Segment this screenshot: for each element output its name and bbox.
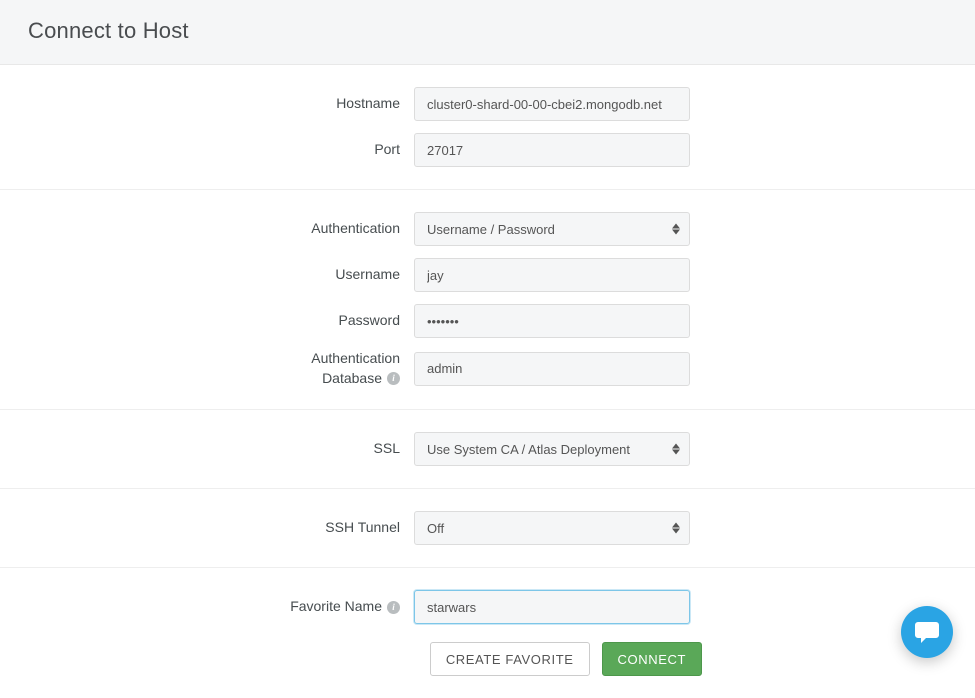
label-username: Username — [0, 266, 414, 284]
row-authentication: Authentication Username / Password — [0, 212, 975, 246]
row-ssl: SSL Use System CA / Atlas Deployment — [0, 432, 975, 466]
page-title: Connect to Host — [28, 18, 947, 44]
section-ssl: SSL Use System CA / Atlas Deployment — [0, 410, 975, 489]
info-icon: i — [387, 601, 400, 614]
info-icon: i — [387, 372, 400, 385]
input-password[interactable] — [414, 304, 690, 338]
create-favorite-button[interactable]: CREATE FAVORITE — [430, 642, 590, 676]
row-authdb: Authentication Database i — [0, 350, 975, 387]
section-favorite: Favorite Name i CREATE FAVORITE CONNECT — [0, 568, 975, 698]
label-authdb-line2: Database — [322, 370, 382, 388]
row-password: Password — [0, 304, 975, 338]
label-authdb-line1: Authentication — [311, 350, 400, 368]
chat-launcher[interactable] — [901, 606, 953, 658]
row-username: Username — [0, 258, 975, 292]
row-hostname: Hostname — [0, 87, 975, 121]
button-row: CREATE FAVORITE CONNECT — [0, 642, 702, 676]
row-port: Port — [0, 133, 975, 167]
connect-button[interactable]: CONNECT — [602, 642, 702, 676]
label-authentication: Authentication — [0, 220, 414, 238]
label-ssl: SSL — [0, 440, 414, 458]
select-ssl[interactable]: Use System CA / Atlas Deployment — [414, 432, 690, 466]
select-ssl-wrap: Use System CA / Atlas Deployment — [414, 432, 690, 466]
label-favorite: Favorite Name i — [0, 598, 414, 616]
label-hostname: Hostname — [0, 95, 414, 113]
input-favorite[interactable] — [414, 590, 690, 624]
label-sshtunnel: SSH Tunnel — [0, 519, 414, 537]
label-password: Password — [0, 312, 414, 330]
row-favorite: Favorite Name i — [0, 590, 975, 624]
select-authentication[interactable]: Username / Password — [414, 212, 690, 246]
select-sshtunnel[interactable]: Off — [414, 511, 690, 545]
page-header: Connect to Host — [0, 0, 975, 65]
section-host: Hostname Port — [0, 65, 975, 190]
section-authentication: Authentication Username / Password Usern… — [0, 190, 975, 410]
row-sshtunnel: SSH Tunnel Off — [0, 511, 975, 545]
label-authdb: Authentication Database i — [0, 350, 414, 387]
chat-icon — [914, 620, 940, 644]
input-hostname[interactable] — [414, 87, 690, 121]
input-authdb[interactable] — [414, 352, 690, 386]
input-port[interactable] — [414, 133, 690, 167]
input-username[interactable] — [414, 258, 690, 292]
section-sshtunnel: SSH Tunnel Off — [0, 489, 975, 568]
label-port: Port — [0, 141, 414, 159]
select-authentication-wrap: Username / Password — [414, 212, 690, 246]
select-sshtunnel-wrap: Off — [414, 511, 690, 545]
